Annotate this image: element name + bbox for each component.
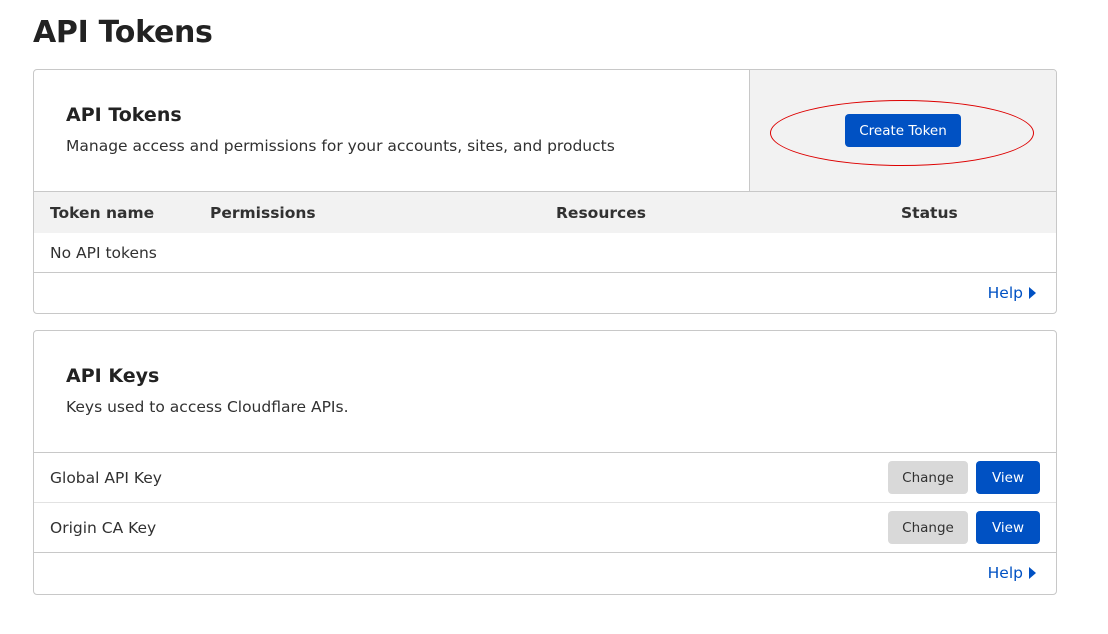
- tokens-empty-row: No API tokens: [34, 233, 1056, 273]
- key-row-origin-ca: Origin CA Key Change View: [34, 503, 1056, 553]
- api-tokens-card: API Tokens Manage access and permissions…: [33, 69, 1057, 314]
- api-tokens-actions: Create Token: [749, 70, 1056, 191]
- tokens-table-header: Token name Permissions Resources Status: [34, 192, 1056, 233]
- keys-help-row: Help: [34, 553, 1056, 593]
- key-name-global: Global API Key: [50, 468, 162, 487]
- api-keys-header-text: API Keys Keys used to access Cloudflare …: [34, 331, 1056, 452]
- column-status: Status: [901, 204, 958, 222]
- tokens-empty-text: No API tokens: [50, 243, 157, 262]
- keys-help-link[interactable]: Help: [988, 564, 1036, 582]
- api-keys-title: API Keys: [66, 365, 160, 387]
- tokens-help-label: Help: [987, 284, 1023, 302]
- keys-help-label: Help: [987, 564, 1023, 582]
- api-keys-description: Keys used to access Cloudflare APIs.: [66, 398, 349, 416]
- tokens-help-row: Help: [34, 273, 1056, 313]
- key-actions-global: Change View: [888, 461, 1040, 494]
- page-title: API Tokens: [33, 15, 213, 50]
- api-tokens-title: API Tokens: [66, 104, 182, 126]
- api-keys-header: API Keys Keys used to access Cloudflare …: [34, 331, 1056, 453]
- tokens-help-link[interactable]: Help: [988, 284, 1036, 302]
- view-global-key-button[interactable]: View: [976, 461, 1040, 494]
- column-resources: Resources: [556, 204, 646, 222]
- key-name-origin-ca: Origin CA Key: [50, 518, 157, 537]
- api-tokens-header-text: API Tokens Manage access and permissions…: [34, 70, 749, 191]
- column-permissions: Permissions: [210, 204, 316, 222]
- caret-right-icon: [1029, 287, 1036, 299]
- view-origin-ca-key-button[interactable]: View: [976, 511, 1040, 544]
- key-row-global: Global API Key Change View: [34, 453, 1056, 503]
- api-tokens-description: Manage access and permissions for your a…: [66, 137, 615, 155]
- change-origin-ca-key-button[interactable]: Change: [888, 511, 968, 544]
- column-token-name: Token name: [50, 204, 155, 222]
- change-global-key-button[interactable]: Change: [888, 461, 968, 494]
- key-actions-origin-ca: Change View: [888, 511, 1040, 544]
- api-tokens-header: API Tokens Manage access and permissions…: [34, 70, 1056, 192]
- caret-right-icon: [1029, 567, 1036, 579]
- api-keys-card: API Keys Keys used to access Cloudflare …: [33, 330, 1057, 595]
- create-token-button[interactable]: Create Token: [845, 114, 961, 147]
